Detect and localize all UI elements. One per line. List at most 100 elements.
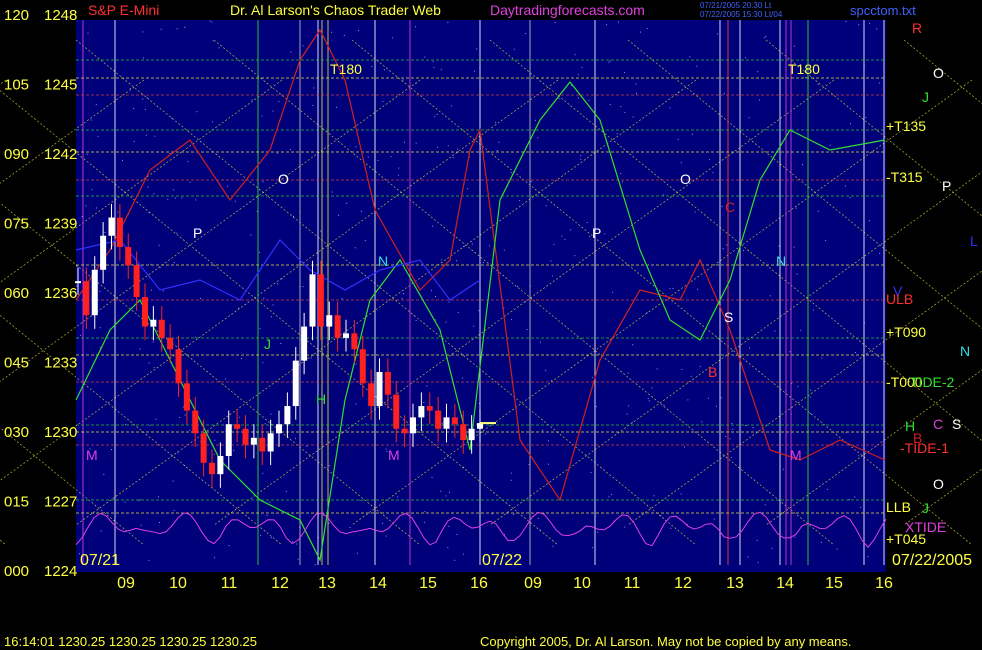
bg-dot — [474, 70, 475, 72]
bg-dot — [184, 26, 186, 28]
bg-dot — [720, 397, 722, 399]
bg-dot — [85, 205, 87, 207]
bg-dot — [276, 283, 278, 285]
bg-dot — [454, 559, 456, 561]
right-label: O — [933, 65, 944, 81]
bg-dot — [793, 246, 795, 248]
bg-dot — [148, 559, 150, 561]
right-label: J — [922, 89, 929, 105]
bg-dot — [820, 541, 822, 543]
bg-dot — [580, 158, 582, 160]
bg-dot — [270, 537, 272, 539]
right-label: LLB — [886, 499, 911, 515]
bg-dot — [276, 152, 278, 154]
price-bar — [292, 360, 299, 407]
bg-dot — [537, 517, 539, 519]
bg-dot — [182, 406, 184, 408]
bg-dot — [551, 275, 553, 277]
bg-dot — [377, 159, 379, 161]
bg-dot — [513, 48, 515, 50]
right-label: +T090 — [886, 324, 926, 340]
bg-dot — [250, 234, 252, 236]
bg-dot — [187, 160, 189, 162]
bg-dot — [214, 439, 216, 441]
bg-dot — [701, 421, 703, 423]
bg-dot — [341, 298, 343, 300]
price-bar — [91, 269, 98, 316]
bg-dot — [696, 65, 698, 67]
bg-dot — [663, 404, 665, 406]
bg-dot — [570, 229, 572, 231]
bg-dot — [104, 232, 106, 233]
price-bar — [192, 410, 199, 434]
indicator-tick: 045 — [4, 355, 29, 372]
chart-label: M — [86, 447, 98, 463]
x-tick-label: 09 — [117, 575, 135, 592]
x-tick-label: 16 — [470, 575, 488, 592]
bg-dot — [482, 262, 484, 263]
bg-dot — [680, 162, 682, 164]
bg-dot — [608, 61, 610, 63]
price-bar — [183, 383, 190, 411]
bg-dot — [609, 60, 611, 62]
bg-dot — [697, 288, 699, 290]
bg-dot — [457, 311, 459, 313]
bg-dot — [729, 438, 731, 440]
bg-dot — [534, 119, 536, 121]
bg-dot — [448, 301, 450, 303]
indicator-tick: 000 — [4, 563, 29, 580]
bg-dot — [854, 496, 856, 498]
price-bar — [351, 333, 358, 350]
bg-dot — [813, 309, 814, 311]
price-bar — [125, 247, 132, 266]
price-bar — [418, 406, 425, 418]
bg-dot — [99, 290, 101, 292]
bg-dot — [251, 99, 253, 101]
bg-dot — [234, 200, 236, 202]
bg-dot — [757, 562, 759, 564]
bg-dot — [526, 329, 528, 331]
bg-dot — [96, 207, 97, 209]
bg-dot — [646, 28, 648, 29]
bg-dot — [383, 69, 385, 71]
price-tick: 1227 — [44, 494, 77, 511]
bg-dot — [574, 54, 576, 56]
right-label: J — [922, 500, 929, 516]
bg-dot — [581, 67, 583, 69]
bg-dot — [809, 396, 811, 398]
bg-dot — [432, 61, 434, 63]
bg-dot — [262, 472, 264, 474]
bg-dot — [238, 307, 240, 309]
bg-dot — [624, 526, 626, 528]
bg-dot — [511, 472, 513, 474]
bg-dot — [463, 553, 465, 555]
bg-dot — [496, 150, 498, 152]
bg-dot — [743, 250, 744, 252]
bg-dot — [349, 527, 351, 528]
bg-dot — [759, 99, 760, 101]
bg-dot — [360, 210, 362, 212]
x-tick-label: 13 — [726, 575, 744, 592]
indicator-tick: 105 — [4, 77, 29, 94]
right-label: +T045 — [886, 531, 926, 547]
bg-dot — [213, 453, 215, 455]
x-tick-label: 14 — [369, 575, 387, 592]
bg-dot — [259, 251, 261, 253]
bg-dot — [159, 267, 161, 269]
bg-dot — [553, 243, 555, 245]
bg-dot — [144, 108, 146, 110]
bg-dot — [355, 146, 357, 148]
bg-dot — [302, 45, 304, 47]
price-bar — [393, 394, 400, 429]
bg-dot — [432, 225, 433, 227]
bg-dot — [285, 490, 287, 492]
bg-dot — [262, 362, 264, 364]
price-bar — [217, 456, 224, 475]
bg-dot — [677, 138, 679, 140]
bg-dot — [212, 40, 214, 42]
indicator-tick: 030 — [4, 424, 29, 441]
bg-dot — [618, 21, 619, 23]
price-bar — [234, 424, 241, 429]
bg-dot — [233, 449, 235, 451]
bg-dot — [177, 452, 179, 454]
